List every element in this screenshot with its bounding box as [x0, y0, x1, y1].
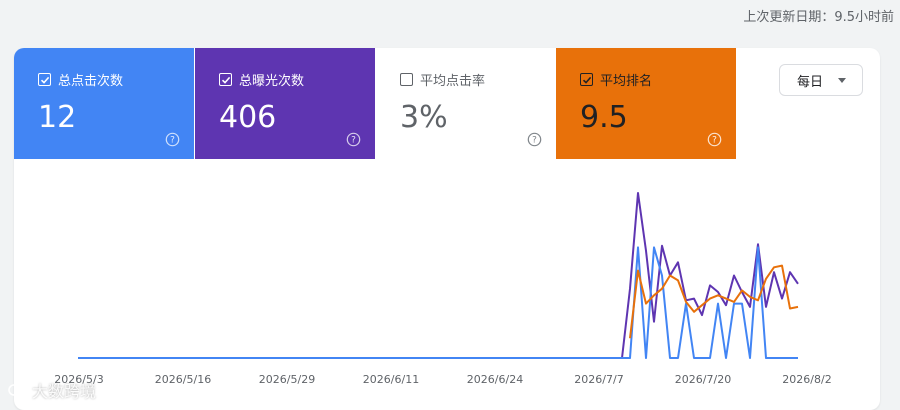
x-tick-label: 2026/6/24 [467, 373, 523, 386]
x-tick-label: 2026/5/16 [155, 373, 211, 386]
x-tick-label: 2026/6/11 [363, 373, 419, 386]
series-line-clicks [78, 246, 798, 359]
performance-line-chart: 2026/5/3 2026/5/16 2026/5/29 2026/6/11 2026/… [54, 192, 832, 386]
performance-card: 总点击次数 12 ? 总曝光次数 406 ? 平均点击率 3% ? 平均排名 9… [14, 48, 880, 410]
watermark-text: 大数跨境 [32, 382, 97, 401]
watermark: 大数跨境 [8, 378, 96, 402]
x-tick-label: 2026/5/29 [259, 373, 315, 386]
last-updated-text: 上次更新日期：9.5小时前 [743, 10, 894, 25]
x-tick-label: 2026/7/20 [675, 373, 731, 386]
x-tick-label: 2026/7/7 [574, 373, 623, 386]
x-tick-label: 2026/8/2 [782, 373, 831, 386]
watermark-logo-icon [8, 384, 28, 396]
